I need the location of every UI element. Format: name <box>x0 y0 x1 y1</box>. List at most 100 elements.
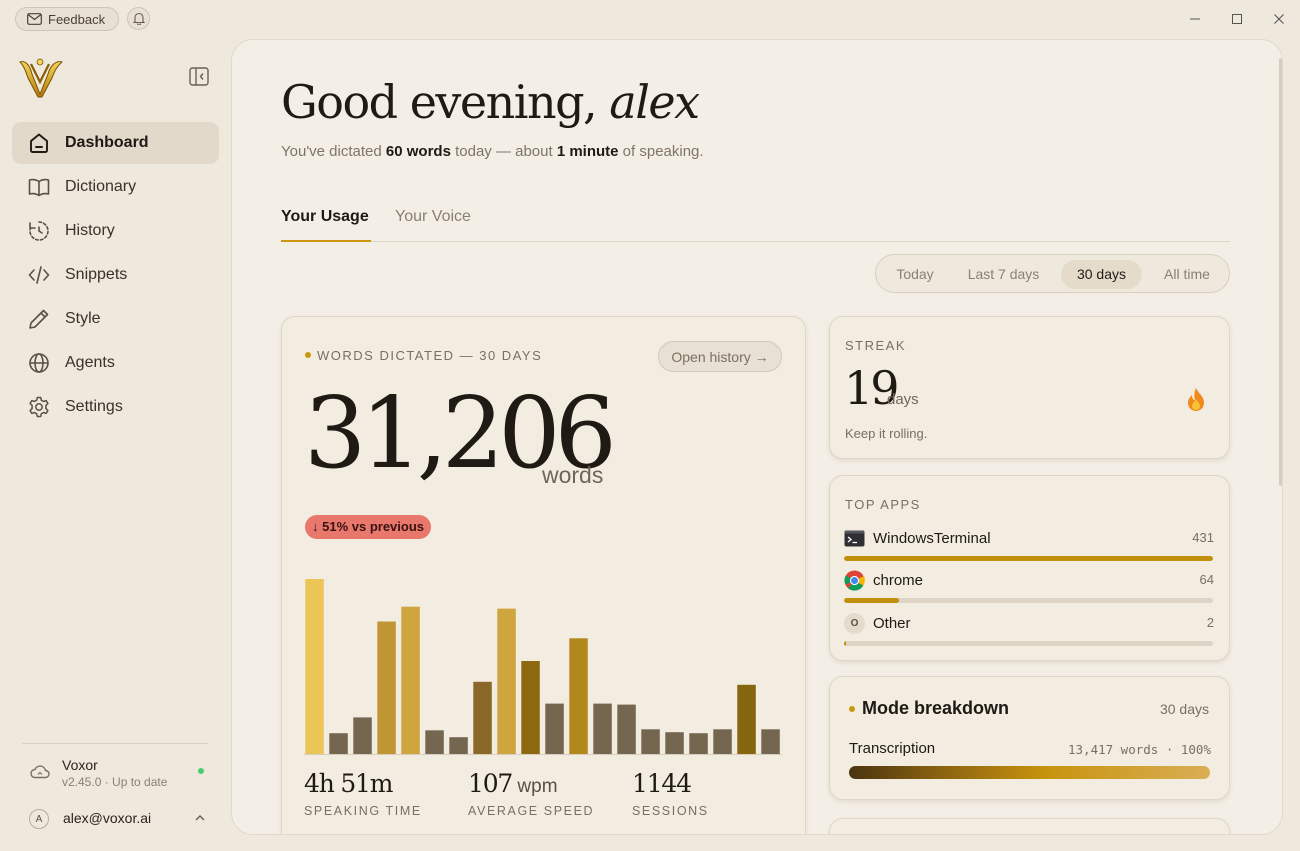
open-history-button[interactable]: Open history → <box>658 341 782 372</box>
app-version: v2.45.0 · Up to date <box>62 775 168 789</box>
daily-words-chart <box>305 579 780 755</box>
sidebar-item-dashboard[interactable]: Dashboard <box>12 122 219 164</box>
mode-stats: 13,417 words · 100% <box>1068 742 1211 757</box>
flame-icon <box>1188 388 1204 411</box>
tab-your-voice[interactable]: Your Voice <box>395 208 485 242</box>
status-dot <box>198 768 204 774</box>
chart-bar[interactable] <box>737 684 756 754</box>
sidebar-toggle-icon <box>189 67 209 86</box>
sidebar-item-label: Style <box>65 310 101 327</box>
chart-bar[interactable] <box>689 733 708 754</box>
stat-sessions: 1144 SESSIONS <box>632 769 709 818</box>
app-row-chrome[interactable]: chrome 64 <box>844 570 1214 604</box>
words-card-label: WORDS DICTATED — 30 DAYS <box>305 348 542 363</box>
top-apps-label: TOP APPS <box>845 497 921 512</box>
sidebar-item-settings[interactable]: Settings <box>12 386 219 428</box>
range-last-7-days[interactable]: Last 7 days <box>956 260 1051 289</box>
maximize-icon <box>1232 14 1242 24</box>
sidebar-item-label: Agents <box>65 354 115 371</box>
range-all-time[interactable]: All time <box>1152 260 1222 289</box>
bell-icon <box>132 12 145 25</box>
app-name: Voxor <box>62 757 98 773</box>
sidebar-item-history[interactable]: History <box>12 210 219 252</box>
app-row-other[interactable]: O Other 2 <box>844 613 1214 647</box>
pen-icon <box>29 309 49 329</box>
range-today[interactable]: Today <box>884 260 946 289</box>
app-count: 2 <box>1206 615 1214 630</box>
mode-share-bar <box>849 766 1210 779</box>
chart-bar[interactable] <box>545 703 564 754</box>
stat-value: 107 <box>468 769 513 798</box>
app-logo <box>18 56 64 98</box>
app-name: WindowsTerminal <box>873 530 991 547</box>
app-name: chrome <box>873 572 924 589</box>
app-usage-fill <box>844 556 1213 561</box>
home-icon <box>30 133 48 153</box>
app-status[interactable]: Voxor v2.45.0 · Up to date <box>28 756 208 792</box>
sidebar-item-style[interactable]: Style <box>12 298 219 340</box>
other-icon: O <box>844 613 865 634</box>
app-name: Other <box>873 615 911 632</box>
total-words-unit: words <box>542 462 604 488</box>
voxor-logo-icon <box>19 58 64 98</box>
sidebar-item-snippets[interactable]: Snippets <box>12 254 219 296</box>
range-30-days[interactable]: 30 days <box>1061 260 1142 289</box>
maximize-button[interactable] <box>1228 10 1246 28</box>
sidebar-nav: Dashboard Dictionary History Snippets St… <box>12 122 219 430</box>
app-row-windowsterminal[interactable]: WindowsTerminal 431 <box>844 528 1214 562</box>
user-name: alex <box>609 75 700 129</box>
app-usage-fill <box>844 641 847 646</box>
scrollbar[interactable] <box>1279 58 1282 486</box>
streak-unit: days <box>887 391 919 408</box>
title-bar: Feedback <box>0 0 1300 38</box>
close-icon <box>1274 14 1284 24</box>
sidebar-item-agents[interactable]: Agents <box>12 342 219 384</box>
change-badge: ↓ 51% vs previous <box>305 515 431 539</box>
app-usage-fill <box>844 598 899 603</box>
chart-bar[interactable] <box>641 729 660 754</box>
chart-bar[interactable] <box>761 729 780 754</box>
chart-bar[interactable] <box>401 606 420 754</box>
page-title: Good evening, alex <box>281 75 700 129</box>
sidebar-item-label: Dictionary <box>65 178 137 195</box>
sidebar-item-dictionary[interactable]: Dictionary <box>12 166 219 208</box>
chart-bar[interactable] <box>305 579 324 754</box>
app-count: 431 <box>1192 530 1214 545</box>
chart-bar[interactable] <box>713 729 732 754</box>
notifications-button[interactable] <box>127 7 150 30</box>
sidebar-divider <box>22 743 208 744</box>
tab-bar: Your Usage Your Voice <box>281 208 1230 242</box>
words-dictated-card: WORDS DICTATED — 30 DAYS Open history → … <box>281 316 806 834</box>
app-usage-track <box>844 556 1213 561</box>
terminal-icon <box>844 530 865 547</box>
tab-your-usage[interactable]: Your Usage <box>281 208 371 242</box>
cloud-sync-icon <box>30 765 50 779</box>
chart-bar[interactable] <box>377 621 396 755</box>
mode-period: 30 days <box>1159 701 1209 717</box>
today-summary: You've dictated 60 words today — about 1… <box>281 143 704 160</box>
chart-bar[interactable] <box>329 733 348 754</box>
collapse-sidebar-button[interactable] <box>189 67 209 86</box>
chart-bar[interactable] <box>617 704 636 754</box>
main-panel: Good evening, alex You've dictated 60 wo… <box>231 39 1283 835</box>
chevron-up-icon <box>195 815 205 821</box>
book-icon <box>28 178 50 197</box>
minimize-button[interactable] <box>1186 10 1204 28</box>
close-button[interactable] <box>1270 10 1288 28</box>
chart-bar[interactable] <box>521 661 540 754</box>
chart-bar[interactable] <box>665 732 684 754</box>
mode-name: Transcription <box>849 740 936 757</box>
stat-unit: wpm <box>512 776 558 797</box>
user-menu[interactable]: A alex@voxor.ai <box>28 808 208 830</box>
feedback-button[interactable]: Feedback <box>15 7 119 31</box>
chart-bar[interactable] <box>569 638 588 754</box>
chart-bar[interactable] <box>593 703 612 754</box>
code-icon <box>28 266 50 284</box>
sidebar-item-label: Settings <box>65 398 123 415</box>
chart-bar[interactable] <box>497 608 516 754</box>
chart-bar[interactable] <box>353 717 372 754</box>
top-apps-card: TOP APPS WindowsTerminal 431 chrome 64 O… <box>829 475 1230 661</box>
chart-bar[interactable] <box>449 737 468 754</box>
chart-bar[interactable] <box>473 681 492 754</box>
chart-bar[interactable] <box>425 730 444 754</box>
